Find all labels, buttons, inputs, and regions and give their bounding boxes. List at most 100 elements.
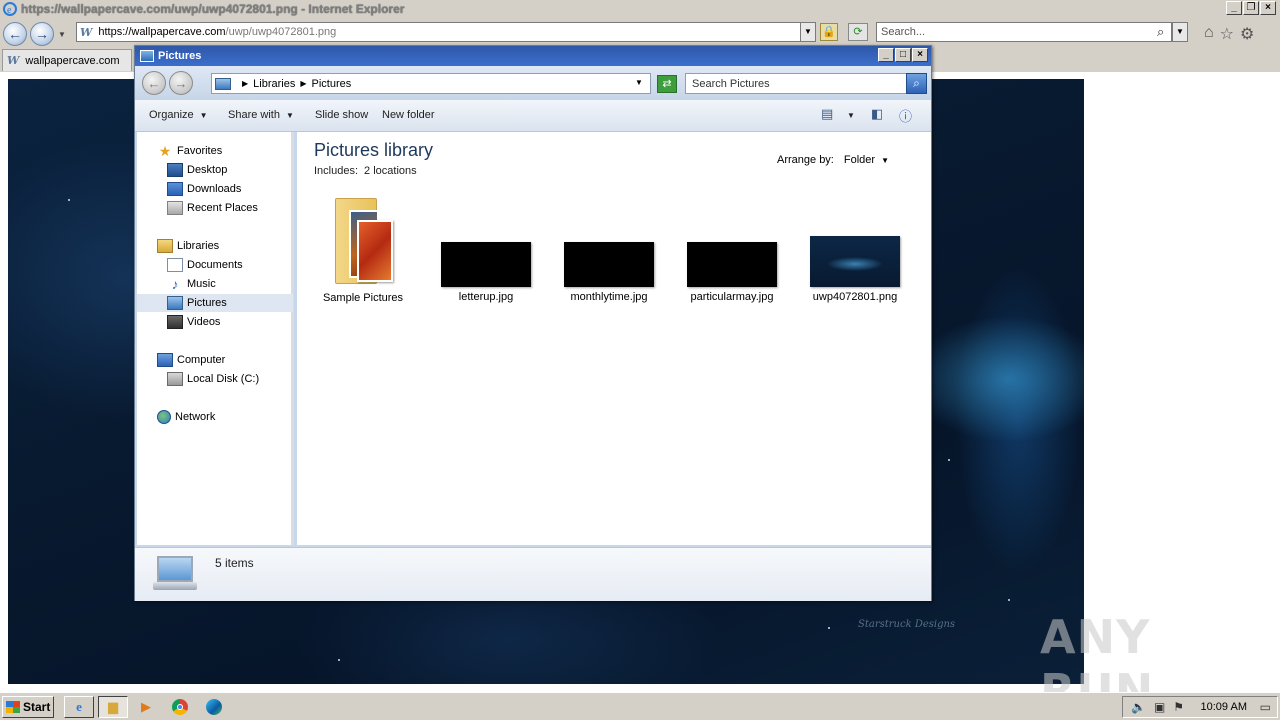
gear-icon[interactable]: ⚙ — [1240, 24, 1254, 44]
explorer-forward-button[interactable]: → — [169, 71, 193, 95]
breadcrumb-arrow-icon[interactable]: ▶ — [242, 79, 248, 88]
includes-locations-link[interactable]: 2 locations — [364, 165, 417, 177]
address-bar[interactable]: W https://wallpapercave.com/uwp/uwp40728… — [76, 22, 816, 42]
explorer-back-button[interactable]: ← — [142, 71, 166, 95]
search-icon[interactable]: ⌕ — [1157, 24, 1164, 40]
nav-item-music[interactable]: ♪ Music — [167, 275, 216, 293]
favorites-star-icon[interactable]: ☆ — [1220, 24, 1234, 44]
lock-icon[interactable]: 🔒 — [820, 23, 838, 41]
pictures-library-icon — [153, 556, 197, 592]
music-note-icon: ♪ — [171, 276, 179, 292]
desktop-icon — [167, 163, 183, 177]
windows-logo-icon — [6, 701, 20, 713]
star-icon: ★ — [158, 143, 172, 159]
tab-wallpapercave[interactable]: W wallpapercave.com — [2, 49, 132, 71]
breadcrumb-arrow-icon[interactable]: ▶ — [300, 79, 306, 88]
history-dropdown-icon[interactable]: ▼ — [58, 30, 66, 39]
nav-item-desktop[interactable]: Desktop — [167, 161, 227, 179]
ie-logo-icon: e — [76, 699, 82, 714]
show-desktop-icon[interactable]: ▭ — [1260, 700, 1271, 714]
arrange-by-dropdown[interactable]: Folder — [844, 154, 875, 166]
explorer-window-title: Pictures — [158, 50, 202, 62]
list-item[interactable]: letterup.jpg — [431, 242, 541, 303]
nav-item-network[interactable]: Network — [157, 408, 215, 426]
back-button[interactable]: ← — [3, 22, 27, 46]
nav-label: Network — [175, 411, 216, 423]
ie-logo-icon: e — [3, 2, 17, 16]
arrange-by: Arrange by: Folder ▼ — [777, 154, 889, 166]
nav-item-pictures[interactable]: Pictures — [137, 294, 293, 312]
nav-item-recent-places[interactable]: Recent Places — [167, 199, 258, 217]
explorer-minimize-button[interactable]: _ — [878, 48, 894, 62]
address-dropdown-icon[interactable]: ▼ — [635, 78, 643, 87]
share-with-button[interactable]: Share with ▼ — [228, 109, 294, 121]
list-item[interactable]: Sample Pictures — [308, 194, 418, 304]
action-center-flag-icon[interactable]: ⚑ — [1173, 700, 1184, 714]
change-view-icon[interactable]: ▤ — [821, 106, 833, 122]
taskbar-explorer-button[interactable]: ▆ — [98, 696, 128, 718]
address-dropdown-icon[interactable]: ▼ — [800, 22, 816, 42]
network-tray-icon[interactable]: ▣ — [1154, 700, 1165, 714]
explorer-title-bar: Pictures _ □ × — [135, 46, 931, 66]
organize-button[interactable]: Organize ▼ — [149, 109, 208, 121]
nav-item-videos[interactable]: Videos — [167, 313, 220, 331]
view-dropdown-icon[interactable]: ▼ — [847, 111, 855, 120]
restore-button[interactable]: ❐ — [1243, 1, 1259, 15]
nav-label: Videos — [187, 316, 221, 328]
new-folder-button[interactable]: New folder — [382, 109, 435, 121]
list-item[interactable]: monthlytime.jpg — [554, 242, 664, 303]
clock[interactable]: 10:09 AM — [1201, 701, 1247, 713]
home-icon[interactable]: ⌂ — [1204, 24, 1214, 44]
network-icon — [157, 410, 171, 424]
explorer-address-bar[interactable]: ▶ Libraries ▶ Pictures — [211, 73, 651, 94]
nav-item-documents[interactable]: Documents — [167, 256, 243, 274]
minimize-button[interactable]: _ — [1226, 1, 1242, 15]
nav-item-downloads[interactable]: Downloads — [167, 180, 241, 198]
list-item[interactable]: particularmay.jpg — [677, 242, 787, 303]
arrow-left-icon: ← — [8, 26, 22, 42]
refresh-icon[interactable]: ⇄ — [657, 75, 677, 93]
nav-label: Downloads — [187, 183, 242, 195]
nav-item-local-disk[interactable]: Local Disk (C:) — [167, 370, 259, 388]
search-icon[interactable]: ⌕ — [906, 73, 927, 94]
nav-label: Local Disk (C:) — [187, 373, 260, 385]
forward-button[interactable]: → — [30, 22, 54, 46]
nav-label: Libraries — [177, 240, 220, 252]
chevron-down-icon[interactable]: ▼ — [881, 156, 889, 165]
item-label: uwp4072801.png — [812, 291, 898, 303]
ie-search-input[interactable]: Search... — [876, 22, 1172, 42]
explorer-search-input[interactable]: Search Pictures — [685, 73, 907, 94]
start-button[interactable]: Start — [2, 696, 54, 718]
volume-icon[interactable]: 🔈 — [1131, 700, 1146, 714]
explorer-close-button[interactable]: × — [912, 48, 928, 62]
list-item[interactable]: uwp4072801.png — [800, 236, 910, 303]
arrow-right-icon: → — [35, 26, 49, 42]
library-includes: Includes: 2 locations — [314, 165, 417, 177]
disk-drive-icon — [167, 372, 183, 386]
close-button[interactable]: × — [1260, 1, 1276, 15]
nav-label: Pictures — [187, 297, 227, 309]
help-icon[interactable]: ⓘ — [899, 106, 912, 125]
item-label: monthlytime.jpg — [570, 291, 648, 303]
refresh-icon[interactable]: ⟳ — [848, 23, 868, 41]
taskbar-chrome-button[interactable] — [170, 698, 190, 716]
start-label: Start — [23, 700, 51, 714]
search-dropdown-icon[interactable]: ▼ — [1172, 22, 1188, 42]
nav-label: Documents — [187, 259, 243, 271]
nav-item-computer[interactable]: Computer — [157, 351, 225, 369]
breadcrumb-libraries[interactable]: Libraries — [253, 78, 295, 90]
slide-show-button[interactable]: Slide show — [315, 109, 368, 121]
nav-item-libraries[interactable]: Libraries — [157, 237, 219, 255]
explorer-maximize-button[interactable]: □ — [895, 48, 911, 62]
image-thumbnail — [564, 242, 654, 287]
taskbar-media-player-button[interactable]: ▶ — [136, 698, 156, 716]
breadcrumb-pictures[interactable]: Pictures — [312, 78, 352, 90]
preview-pane-icon[interactable]: ◧ — [871, 106, 883, 122]
item-label: letterup.jpg — [458, 291, 514, 303]
computer-icon — [157, 353, 173, 367]
site-favicon-icon: W — [7, 54, 20, 67]
nav-item-favorites[interactable]: ★ Favorites — [157, 142, 223, 160]
taskbar: Start e ▆ ▶ 🔈 ▣ ⚑ 10:09 AM ▭ — [0, 692, 1280, 720]
taskbar-ie-button[interactable]: e — [64, 696, 94, 718]
taskbar-edge-button[interactable] — [204, 698, 224, 716]
